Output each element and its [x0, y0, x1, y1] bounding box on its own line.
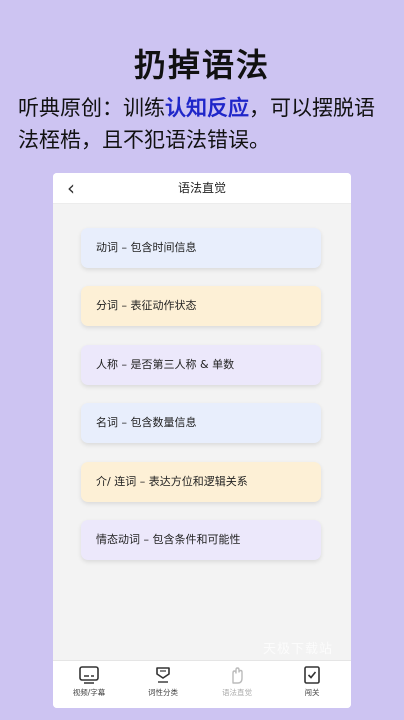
video-subtitle-icon — [79, 666, 99, 684]
category-icon — [156, 667, 170, 683]
tab-label: 词性分类 — [148, 688, 178, 697]
card-verb[interactable]: 动词 – 包含时间信息 — [81, 228, 321, 268]
tab-category[interactable]: 词性分类 — [133, 665, 193, 698]
nav-bar: ‹ 语法直觉 — [53, 173, 351, 204]
card-modal-verb[interactable]: 情态动词 – 包含条件和可能性 — [81, 520, 321, 560]
nav-title: 语法直觉 — [177, 181, 226, 195]
card-preposition-conjunction[interactable]: 介/ 连词 – 表达方位和逻辑关系 — [81, 462, 321, 502]
card-person[interactable]: 人称 – 是否第三人称 & 单数 — [81, 345, 321, 385]
tab-challenge[interactable]: 闯关 — [282, 665, 342, 698]
promo-sub-before: 听典原创：训练 — [18, 96, 165, 120]
tab-label: 闯关 — [304, 688, 320, 697]
tab-label: 语法直觉 — [222, 688, 252, 697]
tab-bar: 视频/字幕 词性分类 语法直觉 闯关 — [53, 660, 351, 708]
promo-subline: 听典原创：训练认知反应，可以摆脱语法桎梏，且不犯语法错误。 — [18, 92, 390, 156]
tab-label: 视频/字幕 — [72, 688, 106, 697]
card-noun[interactable]: 名词 – 包含数量信息 — [81, 403, 321, 443]
phone-screen: ‹ 语法直觉 动词 – 包含时间信息 分词 – 表征动作状态 人称 – 是否第三… — [53, 173, 351, 708]
card-participle[interactable]: 分词 – 表征动作状态 — [81, 286, 321, 326]
card-list: 动词 – 包含时间信息 分词 – 表征动作状态 人称 – 是否第三人称 & 单数… — [53, 204, 351, 660]
watermark: 天极下载站 — [263, 642, 334, 657]
checklist-icon — [304, 666, 320, 684]
tab-grammar-intuition[interactable]: 语法直觉 — [207, 665, 267, 698]
hand-icon — [232, 667, 243, 684]
promo-sub-highlight: 认知反应 — [165, 95, 249, 120]
promo-headline: 扔掉语法 — [133, 46, 270, 84]
tab-video-subtitle[interactable]: 视频/字幕 — [59, 665, 119, 698]
